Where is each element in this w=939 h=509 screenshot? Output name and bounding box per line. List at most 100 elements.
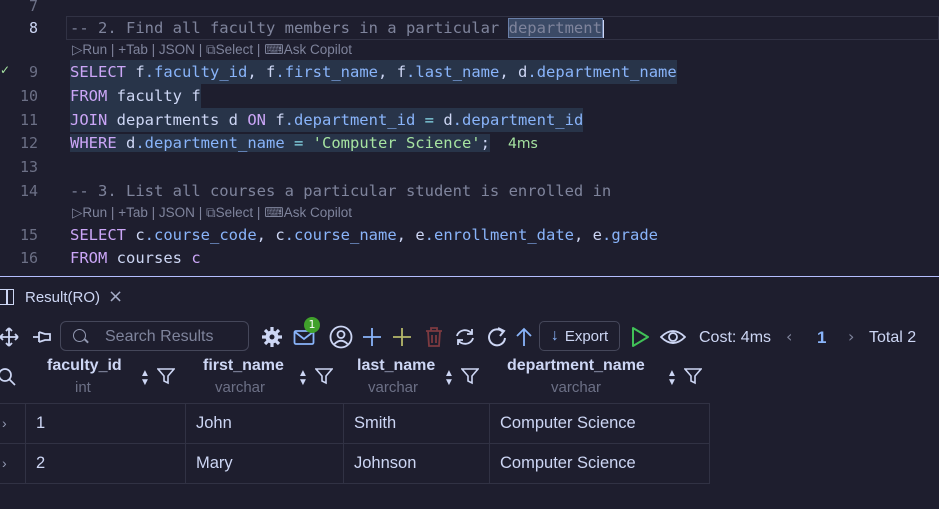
sort-icon[interactable]: ▲ ▼	[140, 369, 150, 388]
add-row-icon[interactable]	[360, 323, 384, 351]
tab-codelens[interactable]: +Tab	[118, 205, 148, 220]
line-number: 12	[19, 134, 38, 152]
sql-statement[interactable]: JOIN departments d ON f.department_id = …	[70, 108, 584, 132]
sql-comment[interactable]: -- 2. Find all faculty members in a part…	[70, 16, 604, 40]
chevron-right-icon[interactable]: ›	[848, 327, 854, 346]
sql-statement[interactable]: SELECT c.course_code, c.course_name, e.e…	[70, 223, 658, 247]
column-type: varchar	[368, 379, 419, 396]
cell-last-name[interactable]: Johnson	[343, 443, 489, 483]
result-toolbar: 1 ↓ Export	[0, 317, 939, 355]
code-line[interactable]: 9 SELECT f.faculty_id, f.first_name, f.l…	[0, 60, 939, 84]
result-panel: Result(RO) × 1	[0, 276, 939, 509]
up-arrow-icon[interactable]	[513, 323, 535, 351]
line-number: 11	[19, 111, 38, 129]
code-editor[interactable]: 7 8 -- 2. Find all faculty members in a …	[0, 0, 939, 276]
result-grid: faculty_id int ▲ ▼ first_name varchar ▲ ▼ …	[0, 355, 939, 509]
column-header-first-name[interactable]: first_name varchar ▲ ▼	[185, 355, 343, 403]
json-codelens[interactable]: JSON	[159, 42, 195, 57]
column-header-faculty-id[interactable]: faculty_id int ▲ ▼	[25, 355, 185, 403]
text-cursor	[601, 19, 604, 38]
line-number: 14	[19, 182, 38, 200]
page-number[interactable]: 1	[817, 328, 826, 348]
refresh-icon[interactable]	[453, 323, 477, 351]
tab-result[interactable]: Result(RO)	[25, 289, 100, 306]
search-input[interactable]	[103, 326, 247, 348]
cell-faculty-id[interactable]: 1	[25, 403, 185, 443]
code-line: 13	[0, 155, 939, 179]
codelens-bar: ▷Run | +Tab | JSON | ⧉Select | ⌨Ask Copi…	[72, 42, 352, 57]
select-codelens[interactable]: ⧉Select	[206, 205, 253, 220]
chevron-left-icon[interactable]: ‹	[786, 327, 792, 346]
cell-first-name[interactable]: John	[185, 403, 343, 443]
line-number: 8	[28, 19, 38, 37]
filter-icon[interactable]	[314, 367, 334, 390]
code-line[interactable]: 11 JOIN departments d ON f.department_id…	[0, 108, 939, 132]
eye-icon[interactable]	[659, 323, 687, 351]
column-name: faculty_id	[47, 357, 122, 374]
code-line[interactable]: 14 -- 3. List all courses a particular s…	[0, 179, 939, 203]
column-header-last-name[interactable]: last_name varchar ▲ ▼	[343, 355, 489, 403]
column-type: varchar	[215, 379, 266, 396]
search-results-field[interactable]	[60, 321, 249, 351]
line-number: 9	[28, 63, 38, 81]
cell-first-name[interactable]: Mary	[185, 443, 343, 483]
column-type: varchar	[551, 379, 602, 396]
cell-department-name[interactable]: Computer Science	[489, 403, 710, 443]
cell-department-name[interactable]: Computer Science	[489, 443, 710, 483]
execution-time: 4ms	[507, 136, 538, 152]
account-icon[interactable]	[328, 323, 354, 351]
sql-statement[interactable]: WHERE d.department_name = 'Computer Scie…	[70, 131, 538, 156]
panel-icon	[0, 289, 14, 305]
notification-badge: 1	[304, 317, 320, 333]
cell-last-name[interactable]: Smith	[343, 403, 489, 443]
reload-icon[interactable]	[485, 323, 509, 351]
line-number: 10	[19, 87, 38, 105]
ask-copilot-codelens[interactable]: ⌨Ask Copilot	[264, 42, 352, 57]
column-header-department-name[interactable]: department_name varchar ▲ ▼	[489, 355, 710, 403]
codelens-bar: ▷Run | +Tab | JSON | ⧉Select | ⌨Ask Copi…	[72, 205, 352, 220]
total-count: Total 2	[869, 329, 917, 346]
code-line[interactable]: 10 FROM faculty f	[0, 84, 939, 108]
code-line[interactable]: 8 -- 2. Find all faculty members in a pa…	[0, 16, 939, 40]
search-icon[interactable]	[0, 368, 16, 391]
filter-icon[interactable]	[460, 367, 480, 390]
table-row[interactable]: › 1 John Smith Computer Science	[0, 403, 710, 444]
sql-statement[interactable]: FROM faculty f	[70, 84, 201, 108]
move-icon[interactable]	[0, 323, 20, 351]
sort-icon[interactable]: ▲ ▼	[298, 369, 308, 388]
json-codelens[interactable]: JSON	[159, 205, 195, 220]
result-tab-bar: Result(RO) ×	[0, 277, 939, 319]
filter-icon[interactable]	[156, 367, 176, 390]
column-name: department_name	[507, 357, 645, 374]
trash-icon[interactable]	[422, 323, 446, 351]
gear-icon[interactable]	[260, 323, 284, 351]
column-name: last_name	[357, 357, 436, 374]
run-codelens[interactable]: ▷Run	[72, 205, 107, 220]
line-number: 15	[19, 226, 38, 244]
sql-comment[interactable]: -- 3. List all courses a particular stud…	[70, 179, 611, 203]
tab-codelens[interactable]: +Tab	[118, 42, 148, 57]
sql-statement[interactable]: SELECT f.faculty_id, f.first_name, f.las…	[70, 60, 677, 84]
run-codelens[interactable]: ▷Run	[72, 42, 107, 57]
sort-icon[interactable]: ▲ ▼	[444, 369, 454, 388]
pin-icon[interactable]	[30, 323, 54, 351]
sql-statement[interactable]: FROM courses c	[70, 246, 201, 270]
add-icon[interactable]	[390, 323, 414, 351]
cell-faculty-id[interactable]: 2	[25, 443, 185, 483]
row-expand-icon[interactable]: ›	[2, 415, 7, 431]
row-expand-icon[interactable]: ›	[2, 455, 7, 471]
selected-text: department	[507, 18, 603, 38]
code-line[interactable]: 16 FROM courses c	[0, 246, 939, 270]
close-icon[interactable]: ×	[108, 286, 123, 307]
select-codelens[interactable]: ⧉Select	[206, 42, 253, 57]
query-cost: Cost: 4ms	[699, 329, 772, 346]
export-label: Export	[564, 327, 609, 345]
code-line[interactable]: 12 WHERE d.department_name = 'Computer S…	[0, 131, 939, 155]
table-row[interactable]: › 2 Mary Johnson Computer Science	[0, 443, 710, 484]
ask-copilot-codelens[interactable]: ⌨Ask Copilot	[264, 205, 352, 220]
code-line[interactable]: 15 SELECT c.course_code, c.course_name, …	[0, 223, 939, 247]
sort-icon[interactable]: ▲ ▼	[667, 369, 677, 388]
filter-icon[interactable]	[683, 367, 703, 390]
run-icon[interactable]	[628, 323, 652, 351]
export-button[interactable]: ↓ Export	[539, 321, 620, 351]
